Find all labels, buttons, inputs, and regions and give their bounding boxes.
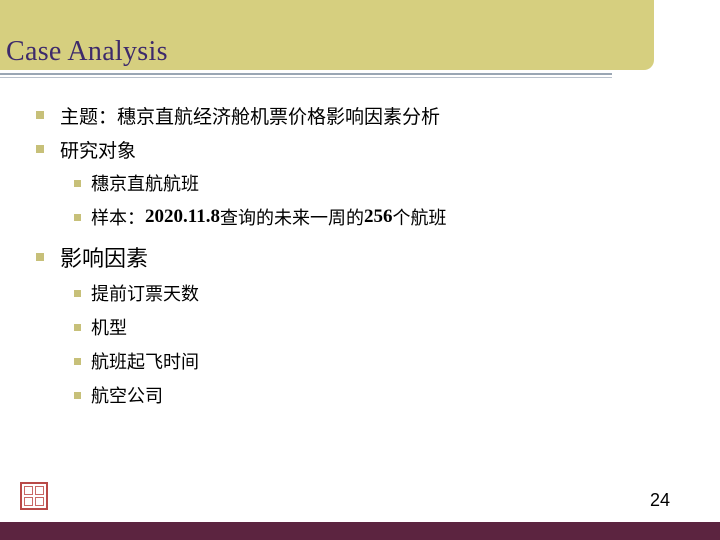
bullet-text: 研究对象 [60,139,137,162]
sample-date: 2020.11.8 [145,206,220,227]
sub-bullet-advance-days: 提前订票天数 [74,276,696,310]
slide-title: Case Analysis [6,36,168,67]
bullet-topic: 主题：穗京直航经济舱机票价格影响因素分析 [36,98,696,132]
sub-bullet-sample: 样本： 2020.11.8 查询的未来一周的 256 个航班 [74,200,696,234]
sub-bullet-flights: 穗京直航航班 [74,166,696,200]
sample-prefix: 样本： [91,208,145,229]
square-bullet-icon [36,111,44,119]
square-bullet-icon [74,213,81,221]
bullet-list: 主题：穗京直航经济舱机票价格影响因素分析 研究对象 穗京直航航班 样本： 202… [36,98,696,412]
square-bullet-icon [74,391,81,399]
sample-suffix: 个航班 [392,208,447,229]
sub-bullet-airline: 航空公司 [74,378,696,412]
sub-bullet-departure-time: 航班起飞时间 [74,344,696,378]
footer-bar [0,522,720,540]
square-bullet-icon [74,323,81,331]
bullet-text: 穗京直航航班 [91,174,199,195]
page-number: 24 [650,490,671,510]
title-rule [0,73,612,75]
seal-logo-icon [20,482,48,510]
square-bullet-icon [74,357,81,365]
bullet-research-object: 研究对象 [36,132,696,166]
sample-count: 256 [363,206,393,227]
title-rule-thin [0,77,612,78]
bullet-text: 主题：穗京直航经济舱机票价格影响因素分析 [60,105,441,128]
bullet-text: 机型 [91,318,127,339]
sub-bullet-aircraft-type: 机型 [74,310,696,344]
bullet-text: 提前订票天数 [91,284,199,305]
sample-mid: 查询的未来一周的 [219,208,364,229]
bullet-factors: 影响因素 [36,238,696,276]
square-bullet-icon [74,289,81,297]
bullet-text: 航班起飞时间 [91,352,199,373]
bullet-text: 航空公司 [91,386,163,407]
square-bullet-icon [74,179,81,187]
square-bullet-icon [36,145,44,153]
square-bullet-icon [36,253,44,261]
bullet-text: 影响因素 [60,247,149,272]
